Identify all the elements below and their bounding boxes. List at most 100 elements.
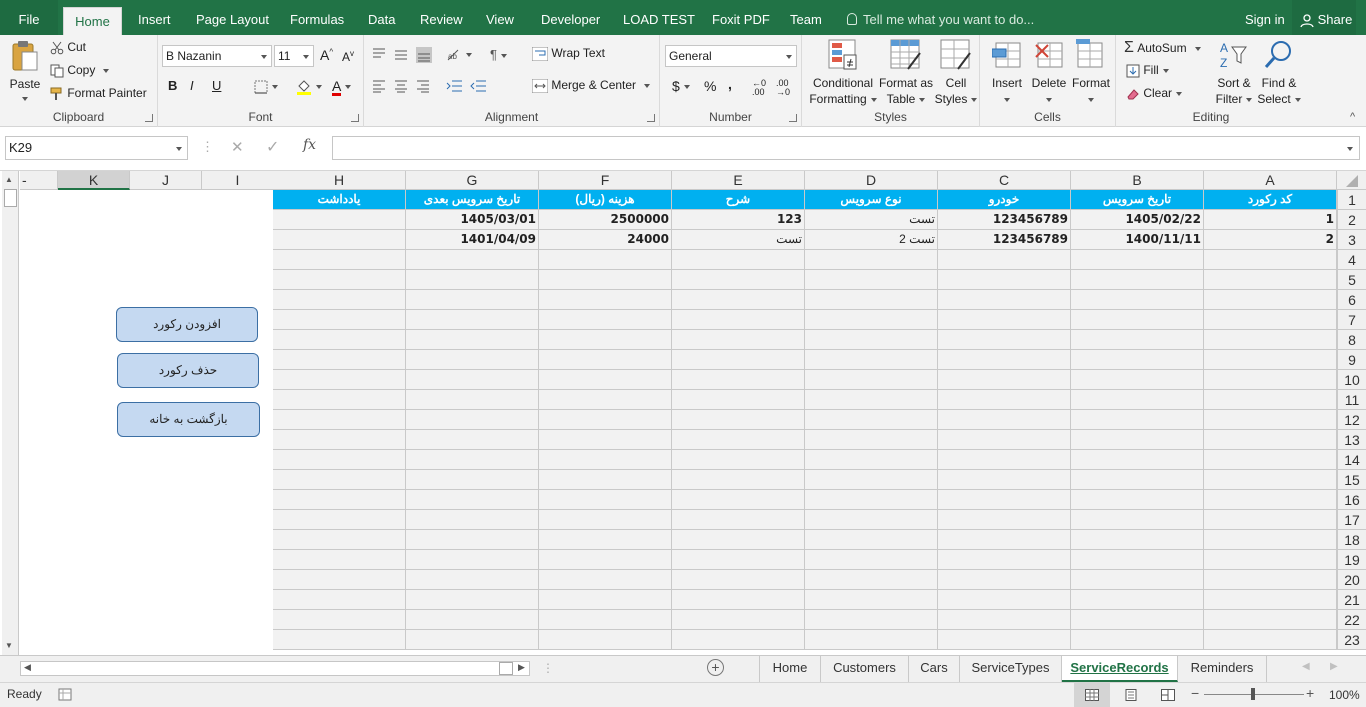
tab-team[interactable]: Team <box>790 0 822 35</box>
empty-cell[interactable] <box>273 310 406 330</box>
tab-insert[interactable]: Insert <box>138 0 171 35</box>
number-format-select[interactable]: General <box>665 45 797 67</box>
empty-cell[interactable] <box>539 470 672 490</box>
merge-center-button[interactable]: Merge & Center <box>532 78 651 93</box>
column-header-collapsed[interactable]: - <box>20 171 58 190</box>
vertical-scrollbar[interactable]: ▲ ▼ <box>2 171 19 655</box>
empty-cell[interactable] <box>406 390 539 410</box>
page-break-view-icon[interactable] <box>1161 689 1175 701</box>
empty-cell[interactable] <box>805 370 938 390</box>
font-color-button[interactable]: A <box>332 78 352 96</box>
empty-cell[interactable] <box>406 290 539 310</box>
macro-record-icon[interactable] <box>58 688 72 701</box>
data-cell[interactable]: 24000 <box>539 230 672 250</box>
row-header[interactable]: 3 <box>1337 230 1366 250</box>
empty-cell[interactable] <box>1204 610 1337 630</box>
font-name-select[interactable]: B Nazanin <box>162 45 272 67</box>
tab-scroll-right-icon[interactable]: ▶ <box>1330 661 1338 672</box>
empty-cell[interactable] <box>1204 370 1337 390</box>
cell-styles-button[interactable]: Cell Styles <box>934 39 978 107</box>
collapse-ribbon-icon[interactable]: ^ <box>1350 111 1355 123</box>
empty-cell[interactable] <box>1071 450 1204 470</box>
empty-cell[interactable] <box>672 570 805 590</box>
tab-review[interactable]: Review <box>420 0 463 35</box>
empty-cell[interactable] <box>1204 590 1337 610</box>
empty-cell[interactable] <box>273 450 406 470</box>
h-scroll-thumb[interactable] <box>499 662 513 675</box>
header-cell[interactable]: هزینه (ریال) <box>539 190 672 210</box>
data-cell[interactable]: 123 <box>672 210 805 230</box>
italic-button[interactable]: I <box>190 78 194 93</box>
row-header[interactable]: 22 <box>1337 610 1366 630</box>
empty-cell[interactable] <box>1071 430 1204 450</box>
empty-cell[interactable] <box>539 570 672 590</box>
empty-cell[interactable] <box>805 410 938 430</box>
empty-cell[interactable] <box>1071 530 1204 550</box>
empty-cell[interactable] <box>406 630 539 650</box>
empty-cell[interactable] <box>938 430 1071 450</box>
empty-cell[interactable] <box>938 310 1071 330</box>
empty-cell[interactable] <box>273 390 406 410</box>
empty-cell[interactable] <box>1204 510 1337 530</box>
empty-cell[interactable] <box>1071 390 1204 410</box>
tab-formulas[interactable]: Formulas <box>290 0 344 35</box>
sheet-tab-home[interactable]: Home <box>759 656 821 682</box>
empty-cell[interactable] <box>539 590 672 610</box>
empty-cell[interactable] <box>539 350 672 370</box>
empty-cell[interactable] <box>539 270 672 290</box>
tab-home[interactable]: Home <box>63 7 122 35</box>
header-cell[interactable]: کد رکورد <box>1204 190 1337 210</box>
data-cell[interactable]: تست 2 <box>805 230 938 250</box>
empty-cell[interactable] <box>539 530 672 550</box>
empty-cell[interactable] <box>406 270 539 290</box>
empty-cell[interactable] <box>406 410 539 430</box>
format-as-table-button[interactable]: Format as Table <box>878 39 934 107</box>
alignment-launcher-icon[interactable] <box>647 114 655 122</box>
empty-cell[interactable] <box>805 570 938 590</box>
empty-cell[interactable] <box>1204 330 1337 350</box>
empty-cell[interactable] <box>805 510 938 530</box>
row-header[interactable]: 20 <box>1337 570 1366 590</box>
empty-cell[interactable] <box>672 410 805 430</box>
empty-cell[interactable] <box>938 350 1071 370</box>
empty-cell[interactable] <box>938 450 1071 470</box>
column-header-f[interactable]: F <box>539 171 672 190</box>
empty-cell[interactable] <box>672 470 805 490</box>
empty-cell[interactable] <box>273 490 406 510</box>
empty-cell[interactable] <box>406 470 539 490</box>
select-all-corner[interactable] <box>1337 171 1366 190</box>
zoom-slider-thumb[interactable] <box>1251 688 1255 700</box>
empty-cell[interactable] <box>1204 550 1337 570</box>
empty-cell[interactable] <box>1071 250 1204 270</box>
row-header[interactable]: 12 <box>1337 410 1366 430</box>
worksheet-grid[interactable]: ▲ ▼ - K J I ABCDEFGH 1 2 3 4 5 6 7 8 9 10 11 12 13 14… <box>0 171 1366 655</box>
tab-view[interactable]: View <box>486 0 514 35</box>
horizontal-scrollbar[interactable]: ◀ ▶ <box>20 661 530 676</box>
delete-record-button[interactable]: حذف رکورد <box>117 353 259 388</box>
cancel-icon[interactable]: ✕ <box>231 138 244 156</box>
horizontal-align-icons[interactable] <box>372 79 432 93</box>
scroll-up-icon[interactable]: ▲ <box>5 175 13 184</box>
empty-cell[interactable] <box>273 410 406 430</box>
clipboard-launcher-icon[interactable] <box>145 114 153 122</box>
row-header[interactable]: 17 <box>1337 510 1366 530</box>
empty-cell[interactable] <box>938 570 1071 590</box>
empty-cell[interactable] <box>406 450 539 470</box>
empty-cell[interactable] <box>1204 430 1337 450</box>
row-header[interactable]: 15 <box>1337 470 1366 490</box>
empty-cell[interactable] <box>539 610 672 630</box>
empty-cell[interactable] <box>539 330 672 350</box>
row-header[interactable]: 11 <box>1337 390 1366 410</box>
zoom-in-icon[interactable]: + <box>1306 685 1314 701</box>
empty-cell[interactable] <box>406 490 539 510</box>
data-cell[interactable] <box>273 230 406 250</box>
empty-cell[interactable] <box>539 410 672 430</box>
empty-cell[interactable] <box>273 470 406 490</box>
empty-cell[interactable] <box>672 350 805 370</box>
format-cells-button[interactable]: Format <box>1070 39 1112 107</box>
empty-cell[interactable] <box>938 290 1071 310</box>
conditional-formatting-button[interactable]: Conditional Formatting <box>808 39 878 107</box>
row-header[interactable]: 16 <box>1337 490 1366 510</box>
empty-cell[interactable] <box>406 250 539 270</box>
header-cell[interactable]: خودرو <box>938 190 1071 210</box>
